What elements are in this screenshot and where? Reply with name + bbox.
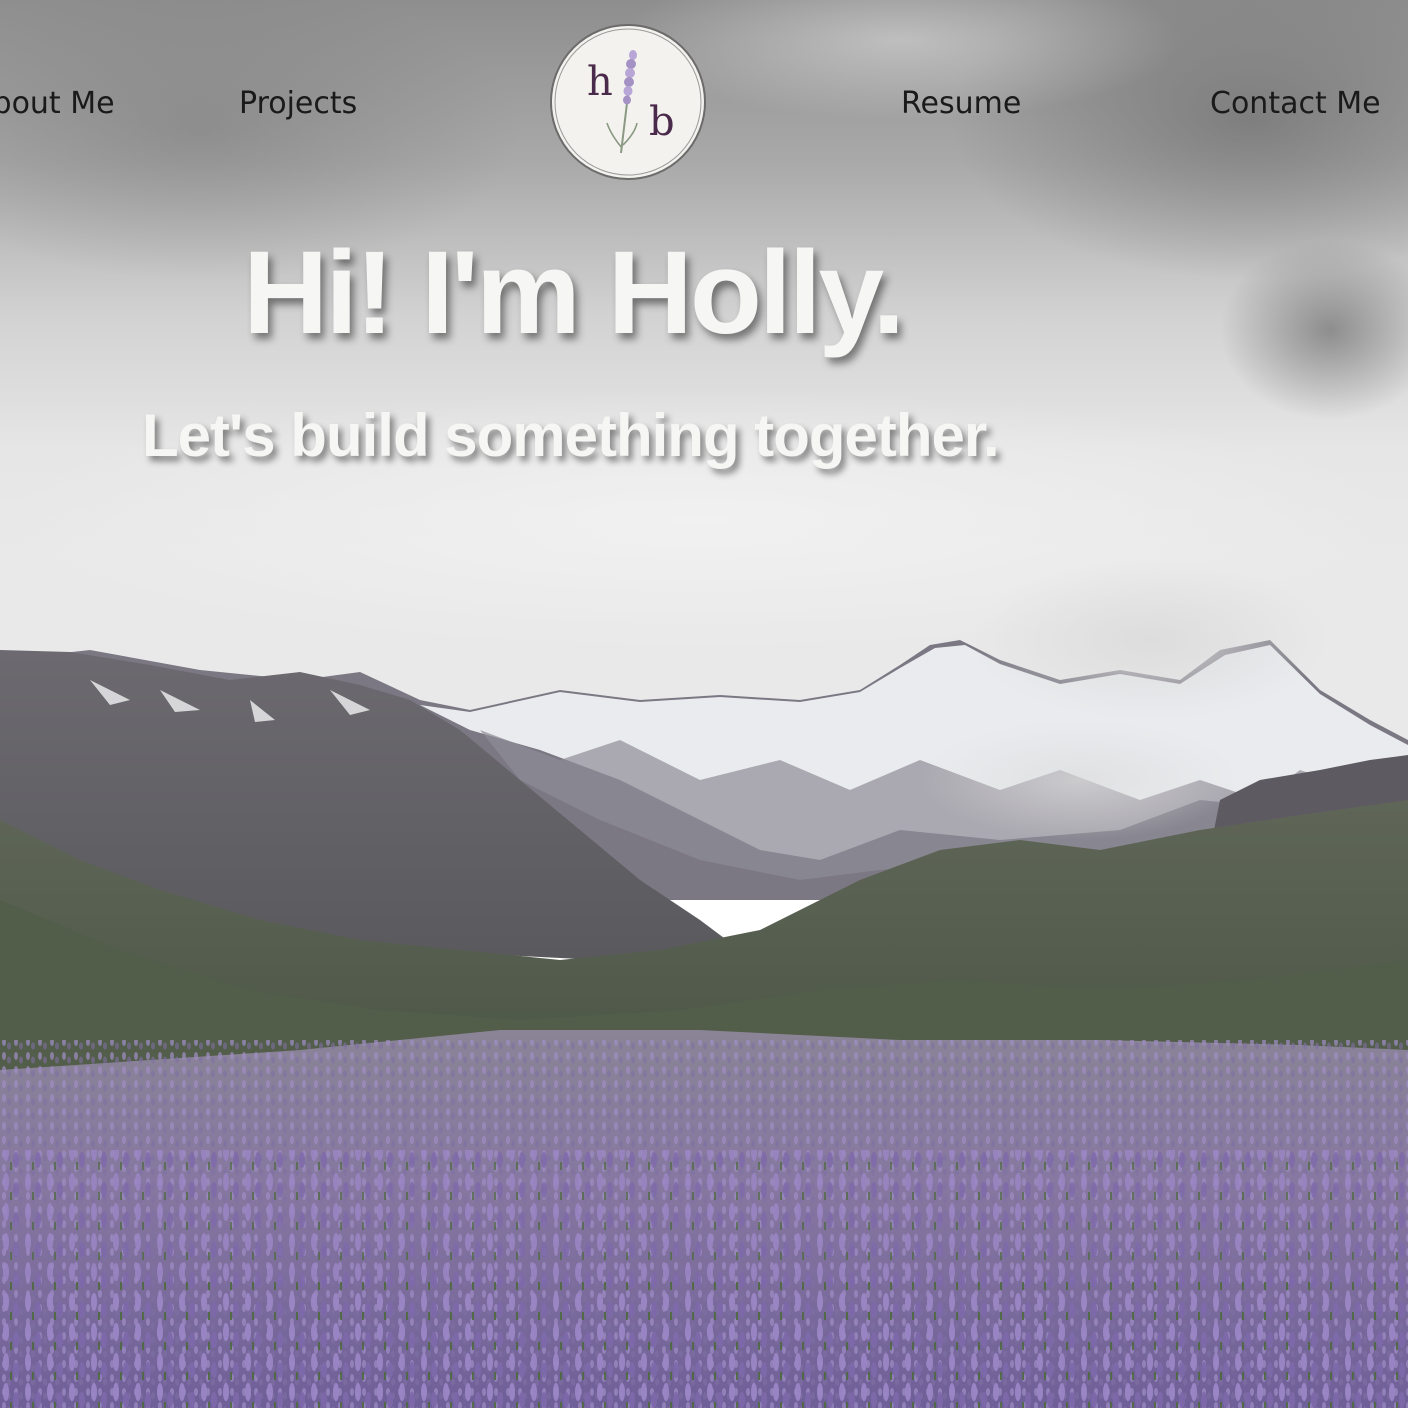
page: About Me Projects h b Resume Contact Me …: [0, 0, 1408, 1408]
nav-link-projects[interactable]: Projects: [239, 84, 357, 124]
logo-letter-top: h: [587, 59, 613, 105]
site-logo[interactable]: h b: [549, 23, 707, 181]
hero-background-image: [0, 0, 1408, 1408]
hero-title: Hi! I'm Holly.: [243, 227, 905, 359]
nav-link-resume[interactable]: Resume: [901, 84, 1021, 124]
logo-letter-bottom: b: [649, 99, 675, 145]
hero-subtitle: Let's build something together.: [142, 402, 1000, 469]
nav-link-about[interactable]: About Me: [0, 84, 115, 124]
nav-link-contact[interactable]: Contact Me: [1210, 84, 1381, 124]
